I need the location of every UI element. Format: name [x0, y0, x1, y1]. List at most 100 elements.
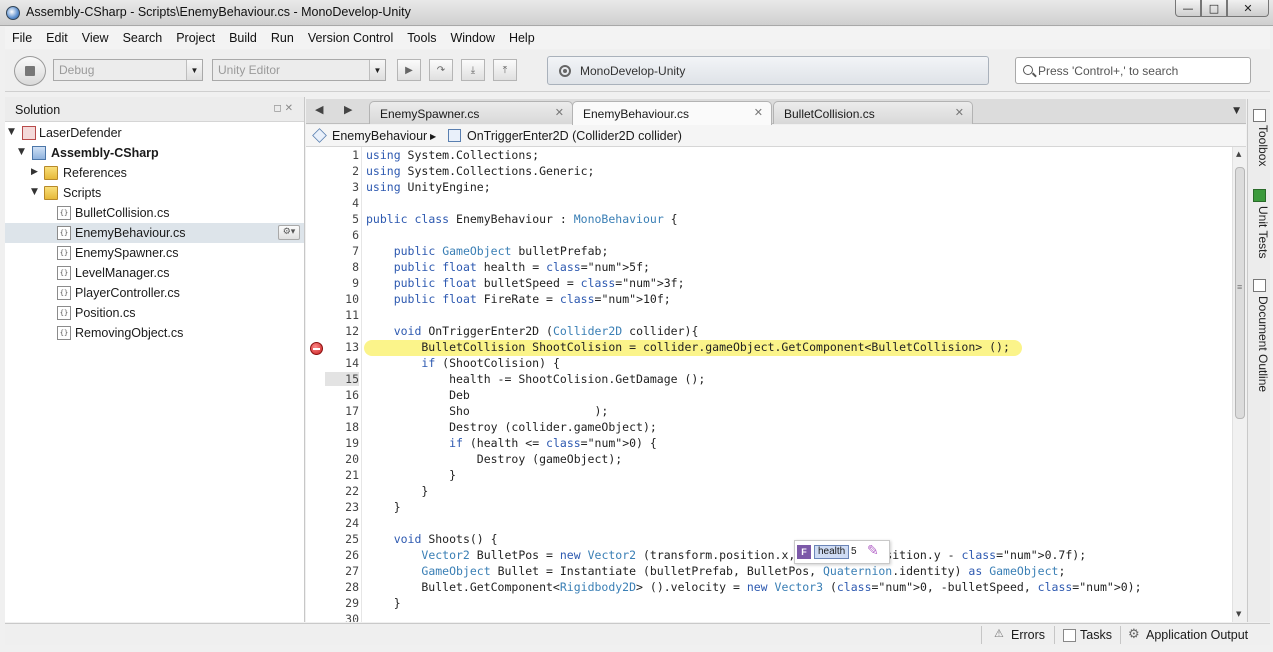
- search-box[interactable]: [1015, 57, 1251, 84]
- code-line: public class EnemyBehaviour : MonoBehavi…: [366, 212, 678, 226]
- line-number-gutter: 1 2 3 4 5 6 7 8 9 10 11 12 13 14 15 16 17 18 19 20 21 22 23 24 2…: [325, 147, 362, 622]
- menu-project[interactable]: Project: [169, 31, 222, 45]
- line-number: 2: [352, 164, 359, 178]
- menu-run[interactable]: Run: [264, 31, 301, 45]
- search-input[interactable]: [1038, 62, 1243, 80]
- menu-window[interactable]: Window: [443, 31, 501, 45]
- errors-pad-button[interactable]: Errors: [1011, 628, 1045, 642]
- tab-list-dropdown-icon[interactable]: ▼: [1233, 106, 1240, 116]
- title-bar: Assembly-CSharp - Scripts\EnemyBehaviour…: [0, 0, 1273, 26]
- menu-view[interactable]: View: [75, 31, 116, 45]
- tree-item-laserdefender[interactable]: ▼ LaserDefender: [5, 123, 304, 143]
- tab-bulletcollision[interactable]: BulletCollision.cs ✕: [773, 101, 973, 124]
- tasks-icon: [1063, 629, 1076, 642]
- menu-tools[interactable]: Tools: [400, 31, 443, 45]
- code-line: if (health <= class="num">0) {: [449, 436, 657, 450]
- search-icon: [1023, 65, 1033, 75]
- chevron-down-icon: ▼: [369, 60, 385, 80]
- tree-item-file[interactable]: {} BulletCollision.cs: [5, 203, 304, 223]
- maximize-button[interactable]: □: [1201, 0, 1227, 17]
- cs-file-icon: {}: [57, 306, 71, 320]
- step-over-button[interactable]: ↷: [429, 59, 453, 81]
- tree-item-references[interactable]: ▶ References: [5, 163, 304, 183]
- line-number: 21: [345, 468, 359, 482]
- tab-enemybehaviour[interactable]: EnemyBehaviour.cs ✕: [572, 101, 772, 125]
- line-number: 5: [352, 212, 359, 226]
- vertical-scrollbar[interactable]: ▲ ▼: [1232, 147, 1246, 622]
- run-target-select[interactable]: Unity Editor ▼: [212, 59, 386, 81]
- method-icon: [448, 129, 461, 142]
- collapse-icon[interactable]: ▼: [8, 127, 18, 137]
- status-bar: ⚠ Errors Tasks ⚙ Application Output: [5, 623, 1270, 645]
- divider: [1054, 626, 1055, 644]
- configuration-select[interactable]: Debug ▼: [53, 59, 203, 81]
- tooltip-name: health: [814, 545, 850, 559]
- debug-value-tooltip[interactable]: F health 5 ✎: [794, 540, 890, 564]
- panel-buttons[interactable]: ◻✕: [273, 103, 296, 114]
- tab-back-icon[interactable]: ◀: [315, 103, 323, 116]
- icon-margin[interactable]: [306, 147, 326, 622]
- line-number: 8: [352, 260, 359, 274]
- line-number: 7: [352, 244, 359, 258]
- dock-tab-document-outline[interactable]: Document Outline: [1250, 296, 1270, 392]
- continue-button[interactable]: ▶: [397, 59, 421, 81]
- cs-file-icon: {}: [57, 286, 71, 300]
- menu-edit[interactable]: Edit: [39, 31, 75, 45]
- code-line: using UnityEngine;: [366, 180, 491, 194]
- tree-item-scripts[interactable]: ▼ Scripts: [5, 183, 304, 203]
- close-icon[interactable]: ✕: [754, 106, 763, 119]
- tree-item-file[interactable]: {} PlayerController.cs: [5, 283, 304, 303]
- line-number: 29: [345, 596, 359, 610]
- cs-file-icon: {}: [57, 206, 71, 220]
- tasks-pad-button[interactable]: Tasks: [1080, 628, 1112, 642]
- close-button[interactable]: ✕: [1227, 0, 1269, 17]
- tree-item-file-selected[interactable]: {} EnemyBehaviour.cs ⚙▾: [5, 223, 304, 243]
- dock-tab-unit-tests[interactable]: Unit Tests: [1250, 206, 1270, 258]
- application-output-pad-button[interactable]: Application Output: [1146, 628, 1248, 642]
- scroll-down-icon[interactable]: ▼: [1236, 610, 1241, 618]
- code-editor[interactable]: 1 2 3 4 5 6 7 8 9 10 11 12 13 14 15 16 17 18 19 20 21 22 23 24 2…: [306, 147, 1246, 622]
- dock-tab-toolbox[interactable]: Toolbox: [1250, 125, 1270, 166]
- path-class[interactable]: EnemyBehaviour: [332, 129, 427, 143]
- close-icon[interactable]: ✕: [555, 106, 564, 119]
- path-member[interactable]: OnTriggerEnter2D (Collider2D collider): [467, 129, 682, 143]
- step-into-button[interactable]: ⤓: [461, 59, 485, 81]
- tree-item-file[interactable]: {} RemovingObject.cs: [5, 323, 304, 343]
- menu-search[interactable]: Search: [116, 31, 170, 45]
- scrollbar-thumb[interactable]: [1235, 167, 1245, 419]
- stop-button[interactable]: [14, 56, 46, 86]
- breakpoint-icon[interactable]: [310, 342, 323, 355]
- tree-item-file[interactable]: {} LevelManager.cs: [5, 263, 304, 283]
- tree-item-label: Scripts: [63, 186, 102, 200]
- unit-tests-icon: [1253, 189, 1266, 202]
- code-line: void Shoots() {: [393, 532, 498, 546]
- collapse-icon[interactable]: ▼: [31, 187, 41, 197]
- tree-item-label: References: [63, 166, 127, 180]
- pin-icon[interactable]: ✎: [867, 543, 879, 559]
- menu-file[interactable]: File: [5, 31, 39, 45]
- tab-forward-icon[interactable]: ▶: [344, 103, 352, 116]
- code-line: using System.Collections;: [366, 148, 540, 162]
- tree-item-assembly-csharp[interactable]: ▼ Assembly-CSharp: [5, 143, 304, 163]
- close-icon[interactable]: ✕: [955, 106, 964, 119]
- expand-icon[interactable]: ▶: [31, 167, 41, 177]
- code-line: Deb: [366, 388, 470, 402]
- minimize-button[interactable]: —: [1175, 0, 1201, 17]
- menu-help[interactable]: Help: [502, 31, 542, 45]
- line-number: 1: [352, 148, 359, 162]
- gear-icon[interactable]: ⚙▾: [278, 225, 300, 240]
- menu-version-control[interactable]: Version Control: [301, 31, 400, 45]
- tab-enemyspawner[interactable]: EnemySpawner.cs ✕: [369, 101, 573, 124]
- menu-build[interactable]: Build: [222, 31, 264, 45]
- step-out-button[interactable]: ⤒: [493, 59, 517, 81]
- tree-item-label: Position.cs: [75, 306, 136, 320]
- code-line: Destroy (gameObject);: [366, 452, 623, 466]
- toolbox-icon: [1253, 109, 1266, 122]
- code-line: Bullet.GetComponent<Rigidbody2D> ().velo…: [366, 580, 1142, 594]
- line-number: 12: [345, 324, 359, 338]
- collapse-icon[interactable]: ▼: [18, 147, 28, 157]
- line-number: 27: [345, 564, 359, 578]
- tree-item-file[interactable]: {} Position.cs: [5, 303, 304, 323]
- scroll-up-icon[interactable]: ▲: [1236, 150, 1241, 158]
- tree-item-file[interactable]: {} EnemySpawner.cs: [5, 243, 304, 263]
